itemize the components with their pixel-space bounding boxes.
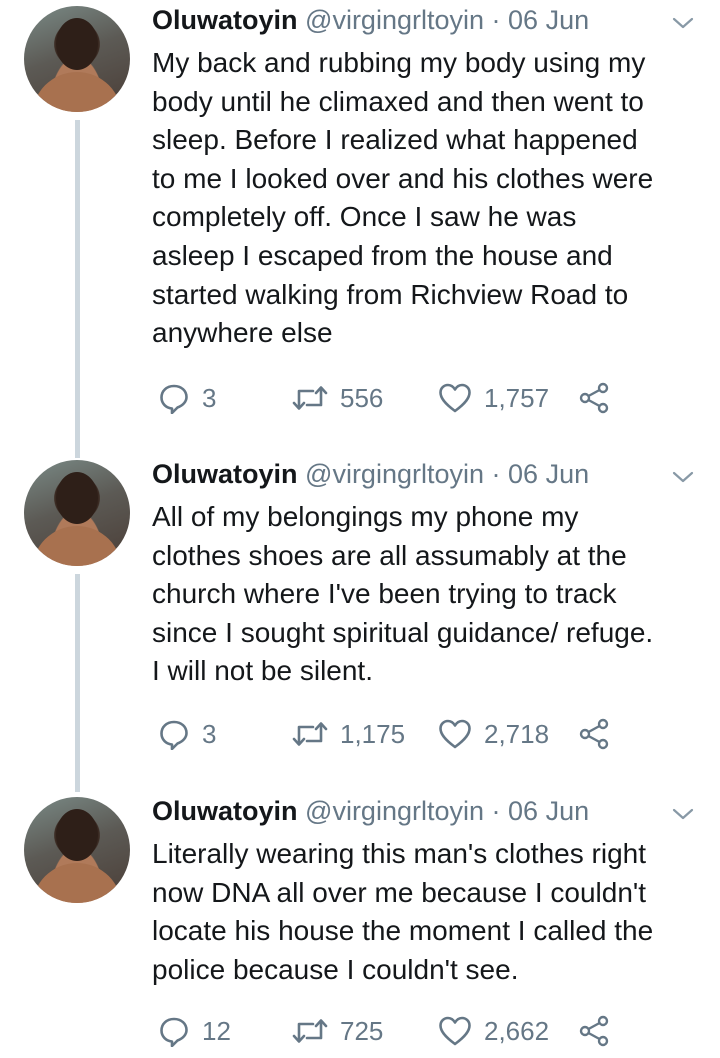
- chevron-down-icon[interactable]: [672, 470, 694, 484]
- like-count: 2,662: [484, 1015, 550, 1046]
- tweet-text-line: My back and rubbing my body using my: [152, 47, 646, 78]
- retweet-button[interactable]: 725: [292, 1011, 383, 1051]
- reply-icon: [160, 1017, 188, 1047]
- tweet-date[interactable]: 06 Jun: [508, 796, 589, 826]
- like-count: 2,718: [484, 718, 550, 749]
- user-handle[interactable]: @virgingrltoyin: [305, 796, 484, 826]
- tweet-text: Literally wearing this man's clothes rig…: [152, 835, 712, 989]
- chevron-down-icon[interactable]: [672, 807, 694, 821]
- reply-count: 3: [202, 382, 217, 413]
- avatar[interactable]: [24, 6, 130, 112]
- tweet-text-line: I will not be silent.: [152, 655, 373, 687]
- tweet-actions: 3 1,175 2,718: [152, 714, 632, 754]
- tweet-actions: 12 725 2,662: [152, 1011, 632, 1051]
- reply-count: 3: [202, 718, 217, 749]
- tweet-text-line: locate his house the moment I called the: [152, 915, 654, 947]
- retweet-button[interactable]: 1,175: [292, 714, 405, 754]
- separator: ·: [491, 5, 501, 35]
- tweet[interactable]: Oluwatoyin @virgingrltoyin · 06 Jun Lite…: [0, 791, 720, 1058]
- separator: ·: [491, 796, 501, 826]
- reply-button[interactable]: 3: [158, 378, 216, 418]
- tweet-text-line: to me I looked over and his clothes were: [152, 162, 654, 194]
- display-name[interactable]: Oluwatoyin: [152, 5, 298, 35]
- share-button[interactable]: [578, 378, 610, 418]
- tweet-text-line: started walking from Richview Road to: [152, 278, 629, 310]
- like-button[interactable]: 1,757: [438, 378, 549, 418]
- tweet-header: Oluwatoyin @virgingrltoyin · 06 Jun: [152, 456, 589, 492]
- retweet-count: 1,175: [340, 718, 406, 749]
- share-button[interactable]: [578, 1011, 610, 1051]
- tweet-text-line: police because I couldn't see.: [152, 953, 519, 985]
- retweet-icon: [292, 722, 328, 746]
- like-count: 1,757: [484, 382, 550, 413]
- tweet-text-line: church where I've been trying to track: [152, 578, 617, 610]
- share-icon: [579, 382, 609, 414]
- user-handle[interactable]: @virgingrltoyin: [305, 5, 484, 35]
- display-name[interactable]: Oluwatoyin: [152, 796, 298, 826]
- reply-icon: [160, 384, 188, 414]
- retweet-button[interactable]: 556: [292, 378, 383, 418]
- retweet-count: 556: [340, 382, 384, 413]
- retweet-icon: [292, 1019, 328, 1043]
- reply-count: 12: [202, 1015, 231, 1046]
- tweet-text-line: anywhere else: [152, 317, 333, 349]
- share-icon: [579, 1015, 609, 1047]
- user-handle[interactable]: @virgingrltoyin: [305, 459, 484, 489]
- heart-icon: [439, 1016, 471, 1046]
- tweet-header: Oluwatoyin @virgingrltoyin · 06 Jun: [152, 2, 589, 38]
- reply-icon: [160, 720, 188, 750]
- tweet-header: Oluwatoyin @virgingrltoyin · 06 Jun: [152, 793, 589, 829]
- retweet-count: 725: [340, 1015, 384, 1046]
- tweet-text-line: asleep I escaped from the house and: [152, 239, 613, 271]
- heart-icon: [439, 383, 471, 413]
- tweet-text-line: All of my belongings my phone my: [152, 501, 579, 532]
- like-button[interactable]: 2,662: [438, 1011, 549, 1051]
- display-name[interactable]: Oluwatoyin: [152, 459, 298, 489]
- tweet-text-line: body until he climaxed and then went to: [152, 85, 644, 117]
- tweet-text-line: clothes shoes are all assumably at the: [152, 539, 627, 571]
- share-icon: [579, 718, 609, 750]
- reply-button[interactable]: 3: [158, 714, 216, 754]
- tweet-date[interactable]: 06 Jun: [508, 5, 589, 35]
- tweet-actions: 3 556 1,757: [152, 378, 632, 418]
- tweet[interactable]: Oluwatoyin @virgingrltoyin · 06 Jun All …: [0, 454, 720, 784]
- tweet-text-line: sleep. Before I realized what happened: [152, 124, 638, 156]
- like-button[interactable]: 2,718: [438, 714, 549, 754]
- tweet-text-line: completely off. Once I saw he was: [152, 201, 577, 233]
- tweet[interactable]: Oluwatoyin @virgingrltoyin · 06 Jun My b…: [0, 0, 720, 450]
- tweet-text-line: Literally wearing this man's clothes rig…: [152, 838, 647, 869]
- share-button[interactable]: [578, 714, 610, 754]
- tweet-text: My back and rubbing my body using my bod…: [152, 44, 712, 353]
- tweet-date[interactable]: 06 Jun: [508, 459, 589, 489]
- heart-icon: [439, 719, 471, 749]
- tweet-text: All of my belongings my phone my clothes…: [152, 498, 712, 691]
- chevron-down-icon[interactable]: [672, 16, 694, 30]
- tweet-text-line: now DNA all over me because I couldn't: [152, 876, 647, 908]
- tweet-text-line: since I sought spiritual guidance/ refug…: [152, 616, 654, 648]
- avatar[interactable]: [24, 460, 130, 566]
- retweet-icon: [292, 386, 328, 410]
- separator: ·: [491, 459, 501, 489]
- avatar[interactable]: [24, 797, 130, 903]
- reply-button[interactable]: 12: [158, 1011, 231, 1051]
